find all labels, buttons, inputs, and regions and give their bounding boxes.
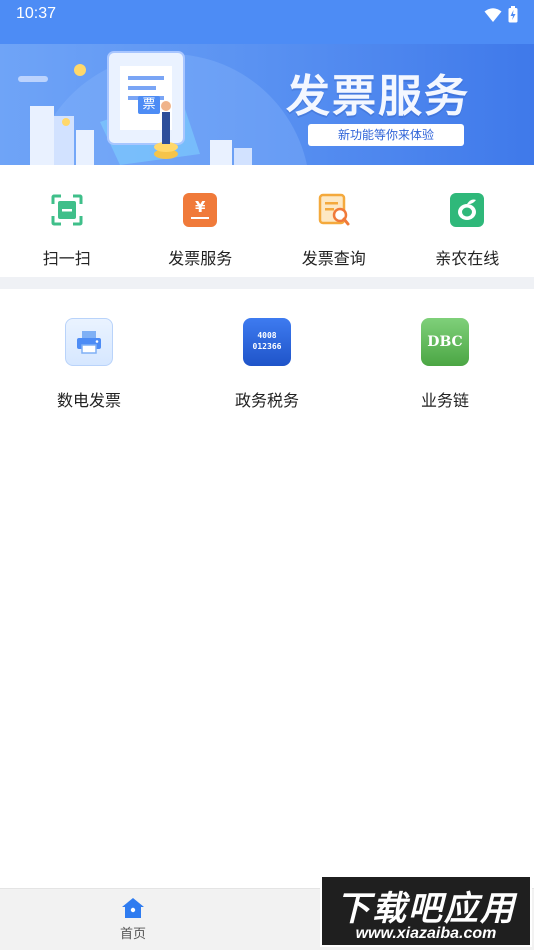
tax-icon-text-1: 4008: [257, 331, 277, 340]
tax-icon: 4008 012366: [243, 318, 291, 366]
quick-action-label: 发票查询: [301, 249, 366, 268]
invoice-service-glyph: ¥: [195, 198, 206, 216]
quick-action-invoice-service[interactable]: ¥ 发票服务: [134, 165, 268, 277]
farm-online-icon: [450, 193, 485, 227]
invoice-search-icon: [317, 193, 351, 227]
quick-action-scan[interactable]: 扫一扫: [0, 165, 134, 277]
quick-action-invoice-search[interactable]: 发票查询: [267, 165, 401, 277]
quick-action-label: 扫一扫: [42, 249, 91, 268]
status-time: 10:37: [16, 5, 57, 22]
quick-action-farm-online[interactable]: 亲农在线: [401, 165, 534, 277]
quick-action-label: 发票服务: [168, 249, 233, 268]
app-label: 数电发票: [56, 391, 121, 410]
banner-bill-glyph: 票: [138, 96, 160, 114]
printer-icon: [65, 318, 113, 366]
tax-icon-text-2: 012366: [252, 342, 282, 351]
app-item-tax-service[interactable]: 4008 012366 政务税务: [178, 289, 356, 419]
quick-action-label: 亲农在线: [435, 249, 500, 268]
watermark-top: 下载吧应用: [336, 889, 516, 929]
wifi-icon: [484, 7, 502, 22]
banner-subtitle: 新功能等你来体验: [308, 124, 464, 146]
banner[interactable]: 票 发票服务 新功能等你来体验: [0, 44, 534, 165]
app-item-digital-invoice[interactable]: 数电发票: [0, 289, 178, 419]
dbc-icon-text: DBC: [427, 334, 463, 350]
app-item-business-chain[interactable]: DBC 业务链: [356, 289, 534, 419]
status-icons: [484, 6, 518, 23]
app-label: 政务税务: [234, 391, 299, 410]
invoice-service-underline: [191, 217, 210, 219]
app-label: 业务链: [420, 391, 469, 410]
section-divider: [0, 277, 534, 289]
status-bar: 10:37: [0, 0, 534, 44]
tab-home-label: 首页: [119, 927, 146, 942]
banner-title: 发票服务: [286, 71, 470, 122]
home-icon: [122, 898, 144, 918]
watermark: 下载吧应用 www.xiazaiba.com: [320, 875, 532, 947]
battery-icon: [508, 6, 518, 23]
scan-icon: [50, 193, 84, 227]
quick-actions: 扫一扫 ¥ 发票服务 发票查询 亲农在线: [0, 165, 534, 277]
invoice-service-icon: ¥: [183, 193, 218, 227]
tab-home[interactable]: 首页: [102, 897, 164, 942]
watermark-bottom: www.xiazaiba.com: [355, 925, 497, 942]
dbc-icon: DBC: [421, 318, 469, 366]
app-grid: 数电发票 4008 012366 政务税务 DBC 业务链: [0, 289, 534, 419]
